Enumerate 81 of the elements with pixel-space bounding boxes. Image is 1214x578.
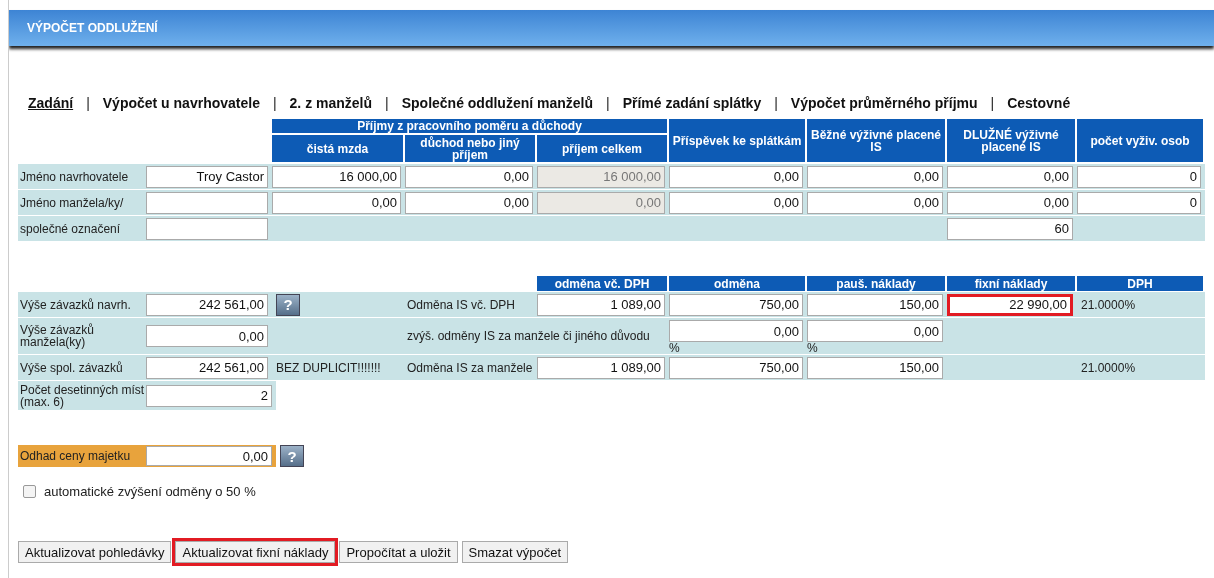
fee-label: Odměna IS vč. DPH	[406, 297, 517, 312]
amount-field[interactable]: 0,00	[947, 191, 1073, 214]
action-button[interactable]: Aktualizovat pohledávky	[18, 541, 172, 563]
column-header: pauš. náklady	[807, 276, 947, 292]
amount-field[interactable]: 0,00	[669, 320, 803, 342]
name-field[interactable]	[146, 191, 268, 214]
row-label: Výše závazků manžela(ky)	[19, 324, 96, 348]
amount-field[interactable]: 16 000,00	[537, 165, 665, 188]
amount-field[interactable]: 0	[1077, 191, 1201, 214]
column-header: počet vyživ. osob	[1077, 119, 1205, 164]
vat-rate: 21.0000%	[1080, 297, 1137, 312]
row-label: Výše spol. závazků	[19, 361, 124, 374]
amount-field[interactable]: 0,00	[669, 191, 803, 214]
checkbox[interactable]	[23, 485, 36, 498]
amount-field[interactable]: 0,00	[669, 165, 803, 188]
decimals-field[interactable]: 2	[146, 384, 272, 407]
row-label: Jméno navrhovatele	[19, 170, 130, 183]
amount-field[interactable]: 150,00	[807, 356, 943, 379]
tab[interactable]: Společné oddlužení manželů	[401, 95, 594, 111]
unit-label: %	[669, 342, 681, 354]
tab-separator: |	[990, 95, 995, 111]
fee-label: Odměna IS za manžele	[406, 360, 534, 375]
amount-field[interactable]: 242 561,00	[146, 356, 268, 379]
tab[interactable]: Cestovné	[1007, 95, 1071, 111]
column-header: odměna vč. DPH	[537, 276, 669, 292]
amount-field[interactable]: 750,00	[669, 356, 803, 379]
amount-field[interactable]: 1 089,00	[537, 356, 665, 379]
note-text: BEZ DUPLICIT!!!!!!!	[276, 360, 381, 375]
column-header: Příspěvek ke splátkám	[669, 119, 807, 164]
estimate-field[interactable]: 0,00	[146, 446, 272, 466]
tab[interactable]: 2. z manželů	[289, 95, 373, 111]
amount-field[interactable]: 60	[947, 217, 1073, 240]
amount-field[interactable]: 0,00	[807, 320, 943, 342]
row-label: Výše závazků navrh.	[19, 298, 132, 311]
amount-field[interactable]: 0,00	[146, 325, 268, 347]
amount-field[interactable]: 0,00	[807, 165, 943, 188]
column-header: DLUŽNÉ výživné placené IS	[947, 119, 1077, 164]
amount-field[interactable]: 0,00	[405, 191, 533, 214]
column-header: DPH	[1077, 276, 1205, 292]
tab[interactable]: Přímé zadání splátky	[622, 95, 762, 111]
amount-field[interactable]: 0,00	[807, 191, 943, 214]
tab[interactable]: Výpočet průměrného příjmu	[790, 95, 978, 111]
amount-field[interactable]: 0,00	[947, 165, 1073, 188]
unit-label: %	[807, 342, 819, 354]
column-header: Běžné výživné placené IS	[807, 119, 947, 164]
fee-label: zvýš. odměny IS za manžele či jiného důvodu	[406, 329, 651, 343]
action-button[interactable]: Smazat výpočet	[461, 541, 568, 563]
name-field[interactable]: Troy Castor	[146, 165, 268, 188]
amount-field[interactable]: 1 089,00	[537, 293, 665, 316]
row-label: společné označení	[19, 222, 122, 235]
name-field[interactable]	[146, 217, 268, 240]
amount-field[interactable]: 16 000,00	[272, 165, 401, 188]
row-label: Počet desetinných míst (max. 6)	[19, 383, 146, 408]
row-label: Jméno manžela/ky/	[19, 196, 125, 209]
tab-separator: |	[272, 95, 277, 111]
column-header: odměna	[669, 276, 807, 292]
window-title: VÝPOČET ODDLUŽENÍ	[27, 21, 158, 35]
tab-separator: |	[385, 95, 389, 111]
row-label: Odhad ceny majetku	[19, 450, 132, 462]
column-group-header: Příjmy z pracovního poměru a důchody	[272, 119, 669, 135]
amount-field[interactable]: 0,00	[272, 191, 401, 214]
tab-separator: |	[774, 95, 778, 111]
checkbox-label: automatické zvýšení odměny o 50 %	[44, 484, 256, 499]
amount-field[interactable]: 0,00	[405, 165, 533, 188]
amount-field[interactable]: 150,00	[807, 293, 943, 316]
amount-field[interactable]: 0,00	[537, 191, 665, 214]
column-header: čistá mzda	[272, 135, 405, 164]
tab[interactable]: Výpočet u navrhovatele	[102, 95, 260, 111]
action-button[interactable]: Aktualizovat fixní náklady	[175, 541, 336, 563]
amount-field[interactable]: 0	[1077, 165, 1201, 188]
vat-rate: 21.0000%	[1080, 360, 1137, 375]
tab-separator: |	[606, 95, 610, 111]
column-header: důchod nebo jiný příjem	[405, 135, 537, 164]
column-header: příjem celkem	[537, 135, 669, 164]
tab[interactable]: Zadání	[28, 95, 74, 111]
column-header: fixní náklady	[947, 276, 1077, 292]
amount-field[interactable]: 22 990,00	[947, 293, 1073, 316]
amount-field[interactable]: 750,00	[669, 293, 803, 316]
action-button[interactable]: Propočítat a uložit	[339, 541, 458, 563]
tab-separator: |	[86, 95, 90, 111]
amount-field[interactable]: 242 561,00	[146, 293, 268, 316]
